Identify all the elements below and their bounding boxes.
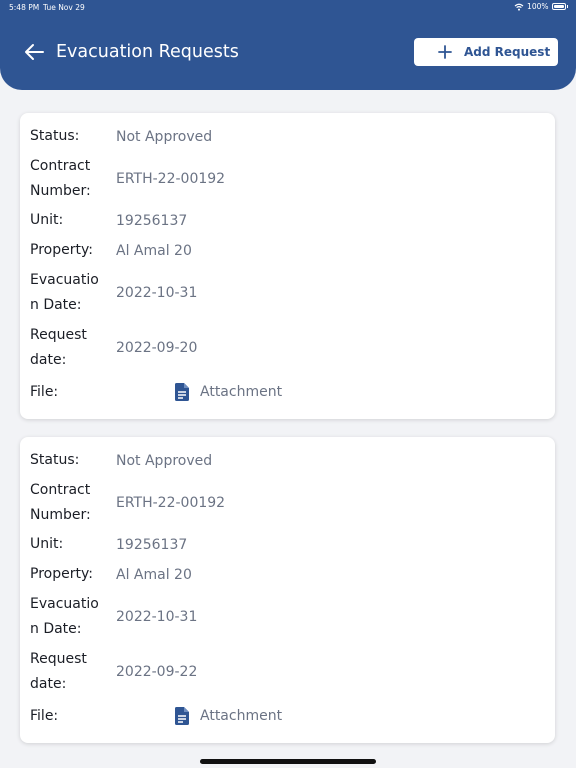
- request-card: Status: Not Approved Contract Number: ER…: [20, 113, 555, 419]
- request-date-label-line1: Request: [30, 327, 87, 343]
- attachment-link[interactable]: Attachment: [200, 706, 282, 726]
- evacuation-label-line1: Evacuatio: [30, 272, 99, 288]
- request-date-value: 2022-09-20: [116, 340, 198, 356]
- evacuation-label-line2: n Date:: [30, 297, 82, 313]
- add-request-button[interactable]: Add Request: [414, 38, 558, 66]
- contract-number-value: ERTH-22-00192: [116, 171, 226, 187]
- battery-percent: 100%: [527, 2, 549, 11]
- unit-value: 19256137: [116, 537, 188, 553]
- property-label: Property:: [30, 242, 93, 258]
- contract-label-line1: Contract: [30, 158, 91, 174]
- battery-icon: [551, 3, 566, 10]
- request-date-label-line2: date:: [30, 676, 67, 692]
- home-indicator: [200, 759, 376, 764]
- page-title: Evacuation Requests: [56, 42, 239, 62]
- back-button[interactable]: [22, 40, 46, 64]
- request-card: Status: Not Approved Contract Number: ER…: [20, 437, 555, 743]
- battery-cap: [566, 5, 568, 8]
- unit-value: 19256137: [116, 213, 188, 229]
- status-bar: 5:48 PM Tue Nov 29 100%: [0, 0, 576, 16]
- status-value: Not Approved: [116, 453, 213, 469]
- unit-label: Unit:: [30, 212, 64, 228]
- contract-number-value: ERTH-22-00192: [116, 495, 226, 511]
- request-date-label-line1: Request: [30, 651, 87, 667]
- status-label: Status:: [30, 452, 80, 468]
- plus-icon: [438, 45, 452, 59]
- document-icon[interactable]: [175, 707, 189, 725]
- document-icon[interactable]: [175, 383, 189, 401]
- add-request-label: Add Request: [464, 45, 551, 59]
- property-value: Al Amal 20: [116, 567, 192, 583]
- status-value: Not Approved: [116, 129, 213, 145]
- evacuation-label-line2: n Date:: [30, 621, 82, 637]
- status-label: Status:: [30, 128, 80, 144]
- evacuation-date-value: 2022-10-31: [116, 609, 198, 625]
- contract-label-line1: Contract: [30, 482, 91, 498]
- unit-label: Unit:: [30, 536, 64, 552]
- file-label: File:: [30, 708, 59, 724]
- wifi-icon: [514, 3, 524, 11]
- contract-label-line2: Number:: [30, 507, 91, 523]
- evacuation-date-value: 2022-10-31: [116, 285, 198, 301]
- arrow-left-icon: [25, 44, 44, 60]
- status-time: 5:48 PM: [9, 3, 40, 12]
- app-header: 5:48 PM Tue Nov 29 100% Evacuation Reque…: [0, 0, 576, 90]
- file-label: File:: [30, 384, 59, 400]
- attachment-link[interactable]: Attachment: [200, 382, 282, 402]
- evacuation-label-line1: Evacuatio: [30, 596, 99, 612]
- contract-label-line2: Number:: [30, 183, 91, 199]
- request-date-label-line2: date:: [30, 352, 67, 368]
- status-indicators: 100%: [514, 2, 568, 11]
- property-value: Al Amal 20: [116, 243, 192, 259]
- request-date-value: 2022-09-22: [116, 664, 198, 680]
- property-label: Property:: [30, 566, 93, 582]
- status-date: Tue Nov 29: [43, 3, 85, 12]
